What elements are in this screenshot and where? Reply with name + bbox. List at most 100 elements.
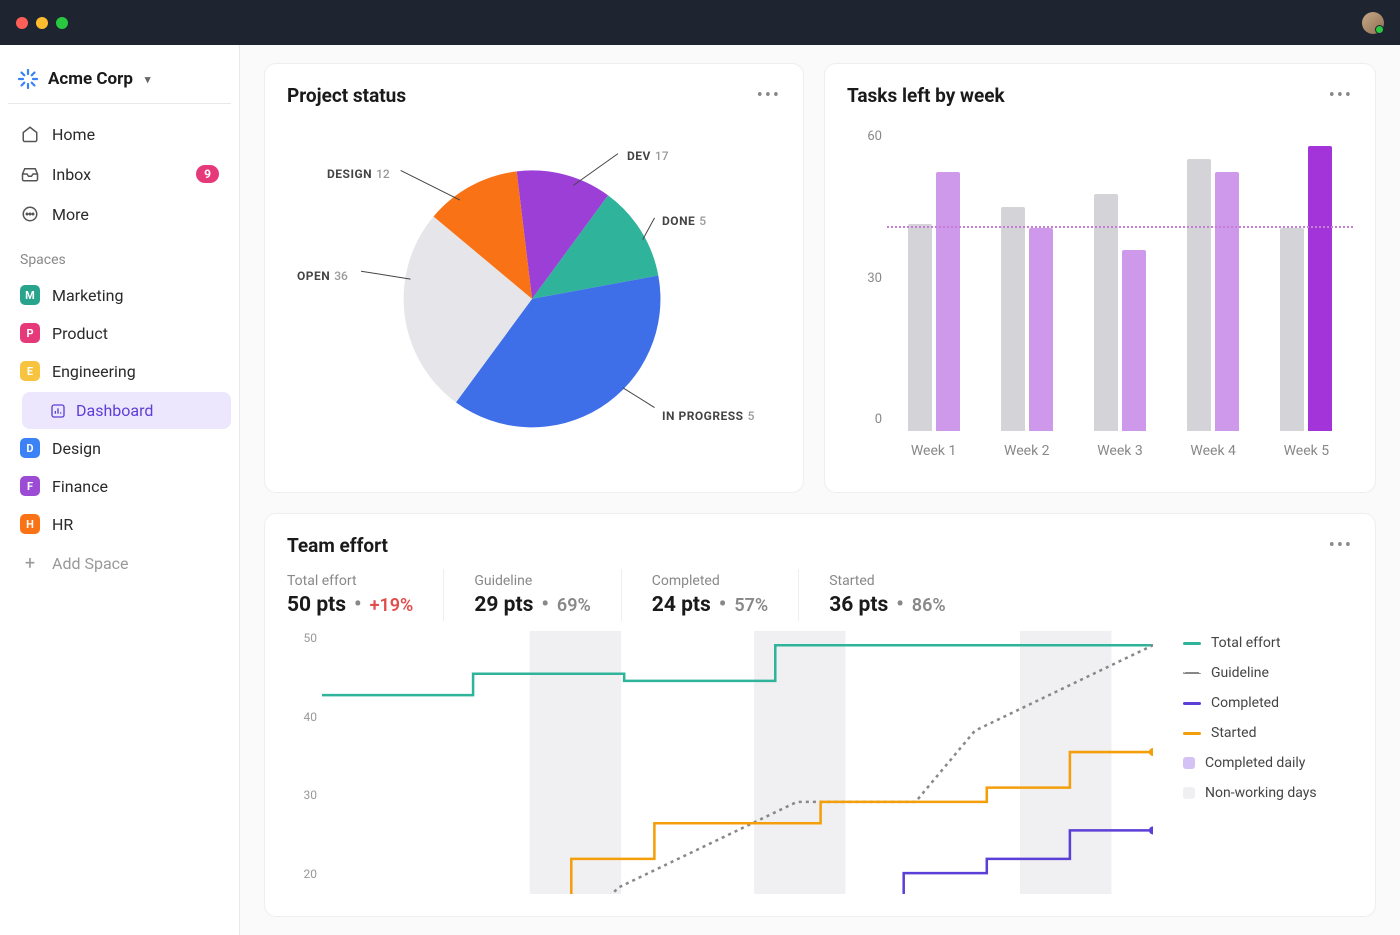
metric-value: 50 pts	[287, 593, 346, 617]
org-name: Acme Corp	[48, 69, 133, 89]
metric-label: Started	[829, 573, 945, 589]
bar-group	[1280, 129, 1332, 431]
bar-group	[1187, 129, 1239, 431]
maximize-window-icon[interactable]	[56, 17, 68, 29]
card-menu-button[interactable]: •••	[1329, 87, 1353, 105]
x-label: Week 4	[1190, 443, 1236, 459]
metric-value: 29 pts	[474, 593, 533, 617]
bar	[936, 172, 960, 431]
card-menu-button[interactable]: •••	[1329, 537, 1353, 555]
minimize-window-icon[interactable]	[36, 17, 48, 29]
pie-label: DESIGN 12	[327, 167, 390, 181]
sidebar: Acme Corp ▾ Home Inbox 9 More Spaces MMa…	[0, 45, 240, 935]
space-item-design[interactable]: DDesign	[8, 429, 231, 467]
spaces-section-label: Spaces	[8, 234, 231, 276]
add-space-button[interactable]: + Add Space	[8, 543, 231, 583]
dashboard-icon	[50, 403, 66, 419]
pie-label: OPEN 36	[297, 269, 348, 283]
effort-line-chart: 50403020	[287, 631, 1153, 891]
legend-label: Guideline	[1211, 665, 1269, 681]
space-label: Design	[52, 439, 101, 458]
avatar[interactable]	[1362, 12, 1384, 34]
nav-home-label: Home	[52, 125, 95, 144]
window-controls	[16, 17, 68, 29]
x-label: Week 1	[911, 443, 957, 459]
bar	[908, 224, 932, 431]
pie-label: IN PROGRESS 5	[662, 409, 754, 423]
effort-legend: Total effort Guideline Completed Started…	[1183, 631, 1353, 891]
add-space-label: Add Space	[52, 554, 129, 573]
nav-inbox[interactable]: Inbox 9	[8, 154, 231, 194]
metric-value: 36 pts	[829, 593, 888, 617]
space-label: Marketing	[52, 286, 123, 305]
sidebar-item-dashboard[interactable]: Dashboard	[22, 392, 231, 429]
legend-nonworking: Non-working days	[1183, 785, 1353, 801]
nav-more[interactable]: More	[8, 194, 231, 234]
bar-group	[1001, 129, 1053, 431]
card-menu-button[interactable]: •••	[757, 87, 781, 105]
bar	[1308, 146, 1332, 431]
space-item-finance[interactable]: FFinance	[8, 467, 231, 505]
metric-delta: 86%	[912, 595, 946, 616]
nav-home[interactable]: Home	[8, 114, 231, 154]
plus-icon: +	[20, 553, 40, 573]
close-window-icon[interactable]	[16, 17, 28, 29]
pie-chart: DEV 17 DONE 5 IN PROGRESS 5 OPEN 36 DESIGN 1…	[287, 119, 781, 459]
space-label: HR	[52, 515, 73, 534]
dashboard-label: Dashboard	[76, 401, 153, 420]
space-label: Product	[52, 324, 108, 343]
space-badge-icon: E	[20, 361, 40, 381]
bar-group	[908, 129, 960, 431]
card-project-status: Project status ••• DEV 17 DONE 5 IN PROGRE…	[264, 63, 804, 493]
inbox-icon	[20, 164, 40, 184]
legend-started: Started	[1183, 725, 1353, 741]
legend-guideline: Guideline	[1183, 665, 1353, 681]
x-label: Week 5	[1284, 443, 1330, 459]
org-logo-icon	[18, 69, 38, 89]
bar	[1094, 194, 1118, 431]
bar	[1122, 250, 1146, 431]
space-item-product[interactable]: PProduct	[8, 314, 231, 352]
card-team-effort: Team effort ••• Total effort 50 pts • +1…	[264, 513, 1376, 917]
chevron-down-icon: ▾	[145, 73, 151, 86]
space-label: Engineering	[52, 362, 136, 381]
legend-label: Non-working days	[1205, 785, 1317, 801]
bar	[1280, 228, 1304, 431]
metric-delta: +19%	[370, 595, 414, 616]
space-item-marketing[interactable]: MMarketing	[8, 276, 231, 314]
home-icon	[20, 124, 40, 144]
nav-more-label: More	[52, 205, 89, 224]
divider	[8, 103, 231, 104]
more-icon	[20, 204, 40, 224]
card-title: Tasks left by week	[847, 84, 1005, 107]
bar	[1187, 159, 1211, 431]
space-badge-icon: H	[20, 514, 40, 534]
metric-guideline: Guideline 29 pts • 69%	[474, 569, 621, 621]
metric-total-effort: Total effort 50 pts • +19%	[287, 569, 444, 621]
legend-label: Completed daily	[1205, 755, 1305, 771]
legend-total-effort: Total effort	[1183, 635, 1353, 651]
card-title: Team effort	[287, 534, 388, 557]
pie-label: DEV 17	[627, 149, 669, 163]
card-tasks-week: Tasks left by week ••• 60300 Week 1Week …	[824, 63, 1376, 493]
titlebar	[0, 0, 1400, 45]
metric-value: 24 pts	[652, 593, 711, 617]
org-selector[interactable]: Acme Corp ▾	[8, 61, 231, 97]
metric-delta: 57%	[734, 595, 768, 616]
metric-delta: 69%	[557, 595, 591, 616]
bar-chart: 60300 Week 1Week 2Week 3Week 4Week 5	[847, 119, 1353, 459]
metric-label: Completed	[652, 573, 768, 589]
pie-label: DONE 5	[662, 214, 706, 228]
space-badge-icon: F	[20, 476, 40, 496]
space-item-engineering[interactable]: E Engineering	[8, 352, 231, 390]
space-item-hr[interactable]: H HR	[8, 505, 231, 543]
legend-completed: Completed	[1183, 695, 1353, 711]
legend-label: Started	[1211, 725, 1257, 741]
x-label: Week 3	[1097, 443, 1143, 459]
card-title: Project status	[287, 84, 406, 107]
bar	[1001, 207, 1025, 431]
bar	[1029, 228, 1053, 431]
bar-group	[1094, 129, 1146, 431]
main-content: Project status ••• DEV 17 DONE 5 IN PROGRE…	[240, 45, 1400, 935]
inbox-badge: 9	[196, 165, 219, 183]
